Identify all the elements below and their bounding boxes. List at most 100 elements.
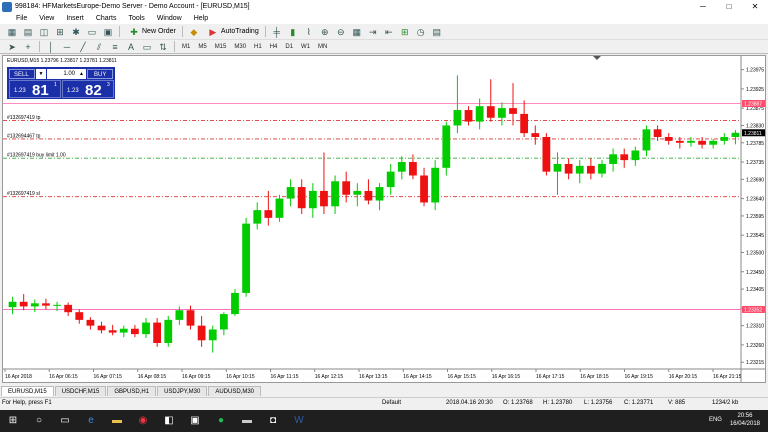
close-button[interactable]: ✕ — [742, 0, 768, 13]
windows-start-icon[interactable]: ⊞ — [2, 412, 24, 430]
indicators-icon[interactable]: ⊞ — [399, 26, 411, 38]
menu-window[interactable]: Window — [151, 15, 188, 22]
navigator-icon[interactable]: ✱ — [70, 26, 82, 38]
time-tick-label: 16 Apr 07:15 — [94, 374, 123, 380]
menu-view[interactable]: View — [33, 15, 60, 22]
menu-tools[interactable]: Tools — [122, 15, 150, 22]
line-chart-icon[interactable]: ⌇ — [303, 26, 315, 38]
toolbar-separator — [264, 26, 266, 37]
arrows-icon[interactable]: ⇅ — [157, 41, 169, 53]
terminal-icon[interactable]: ▭ — [86, 26, 98, 38]
tray-clock[interactable]: 20:56 16/04/2018 — [730, 412, 760, 428]
tab-usdchf-m15[interactable]: USDCHF,M15 — [54, 386, 107, 396]
horizontal-line-icon[interactable]: ─ — [61, 41, 73, 53]
buy-price-display[interactable]: 1.23 82 3 — [62, 80, 114, 99]
zoom-out-icon[interactable]: ⊖ — [335, 26, 347, 38]
menu-file[interactable]: File — [0, 15, 33, 22]
timeframe-h1[interactable]: H1 — [250, 44, 266, 50]
templates-icon[interactable]: ▤ — [431, 26, 443, 38]
autotrading-icon: ▶ — [209, 26, 217, 37]
timeframe-h4[interactable]: H4 — [266, 44, 282, 50]
tester-icon[interactable]: ▣ — [102, 26, 114, 38]
lot-decrease-icon[interactable]: ▼ — [36, 69, 46, 79]
tile-windows-icon[interactable]: ▦ — [351, 26, 363, 38]
tray-lang[interactable]: ENG — [709, 417, 722, 423]
market-watch-icon[interactable]: ◫ — [38, 26, 50, 38]
cursor-icon[interactable]: ➤ — [6, 41, 18, 53]
timeframe-m15[interactable]: M15 — [211, 44, 231, 50]
candle-body — [731, 132, 740, 137]
candle-body — [364, 190, 373, 201]
profiles-icon[interactable]: ▤ — [22, 26, 34, 38]
candle-body — [442, 125, 451, 168]
time-tick-label: 16 Apr 13:15 — [359, 374, 388, 380]
price-tick-label: 1.23830 — [746, 123, 764, 129]
crosshair-icon[interactable]: + — [22, 41, 34, 53]
candle-body — [75, 312, 84, 320]
maximize-button[interactable]: □ — [716, 0, 742, 13]
menu-bar: File View Insert Charts Tools Window Hel… — [0, 13, 768, 24]
periods-icon[interactable]: ◷ — [415, 26, 427, 38]
timeframe-d1[interactable]: D1 — [281, 44, 297, 50]
lot-size-input[interactable]: 1.00 — [47, 69, 77, 79]
tab-audusd-m30[interactable]: AUDUSD,M30 — [208, 386, 261, 396]
word-icon[interactable]: W — [288, 412, 310, 430]
edge-icon[interactable]: e — [80, 412, 102, 430]
spotify-icon[interactable]: ● — [210, 412, 232, 430]
zoom-in-icon[interactable]: ⊕ — [319, 26, 331, 38]
menu-help[interactable]: Help — [188, 15, 214, 22]
fibonacci-icon[interactable]: ≡ — [109, 41, 121, 53]
autotrading-button[interactable]: ▶ AutoTrading — [202, 25, 262, 38]
sell-price-display[interactable]: 1.23 81 1 — [9, 80, 61, 99]
task-view-icon[interactable]: ▭ — [54, 412, 76, 430]
status-low: L: 1.23756 — [584, 400, 613, 406]
auto-scroll-icon[interactable]: ⇥ — [367, 26, 379, 38]
app-icon-generic[interactable]: ▣ — [184, 412, 206, 430]
timeframe-m30[interactable]: M30 — [230, 44, 250, 50]
price-tick-label: 1.23690 — [746, 177, 764, 183]
bar-chart-icon[interactable]: ╪ — [271, 26, 283, 38]
status-help: For Help, press F1 — [2, 400, 52, 406]
metatrader-icon[interactable]: ▬ — [236, 412, 258, 430]
channel-icon[interactable]: ⫽ — [93, 41, 105, 53]
menu-insert[interactable]: Insert — [60, 15, 90, 22]
candle-body — [687, 140, 695, 143]
timeframe-m5[interactable]: M5 — [194, 44, 210, 50]
candle-body — [175, 310, 184, 320]
tab-gbpusd-h1[interactable]: GBPUSD,H1 — [107, 386, 157, 396]
tab-usdjpy-m30[interactable]: USDJPY,M30 — [157, 386, 208, 396]
candle-body — [297, 187, 306, 209]
text-icon[interactable]: A — [125, 41, 137, 53]
app-icon-generic-2[interactable]: ◘ — [262, 412, 284, 430]
chrome-icon[interactable]: ◉ — [132, 412, 154, 430]
price-chart[interactable]: 1.239751.239251.238751.238301.237851.237… — [3, 56, 765, 382]
minimize-button[interactable]: ─ — [690, 0, 716, 13]
status-traffic: 1234/2 kb — [712, 400, 739, 406]
sell-button[interactable]: SELL — [9, 69, 35, 79]
trendline-icon[interactable]: ╱ — [77, 41, 89, 53]
candlestick-icon[interactable]: ▮ — [287, 26, 299, 38]
tab-eurusd-m15[interactable]: EURUSD,M15 — [1, 386, 54, 396]
label-icon[interactable]: ▭ — [141, 41, 153, 53]
chart-window[interactable]: 1.23975 1.23925 1.23875 1.23830 1.23785 1.237… — [2, 55, 766, 383]
candle-body — [420, 175, 428, 203]
new-chart-icon[interactable]: ▦ — [6, 26, 18, 38]
timeframe-m1[interactable]: M1 — [178, 44, 194, 50]
new-order-button[interactable]: ✚ New Order — [123, 25, 179, 38]
timeframe-mn[interactable]: MN — [314, 44, 331, 50]
store-icon[interactable]: ◧ — [158, 412, 180, 430]
search-icon[interactable]: ○ — [28, 412, 50, 430]
vertical-line-icon[interactable]: │ — [45, 41, 57, 53]
metaeditor-icon[interactable]: ◆ — [188, 26, 200, 38]
menu-charts[interactable]: Charts — [90, 15, 123, 22]
one-click-trading-panel: SELL ▼ 1.00 ▲ BUY 1.23 81 1 1.23 82 3 — [7, 67, 115, 99]
time-tick-label: 16 Apr 08:15 — [138, 374, 167, 380]
file-explorer-icon[interactable]: ▬ — [106, 412, 128, 430]
chart-shift-icon[interactable]: ⇤ — [383, 26, 395, 38]
lot-increase-icon[interactable]: ▲ — [77, 69, 86, 79]
candle-body — [709, 140, 718, 145]
buy-button[interactable]: BUY — [87, 69, 113, 79]
price-tick-label: 1.23450 — [746, 270, 764, 276]
timeframe-w1[interactable]: W1 — [297, 44, 314, 50]
data-window-icon[interactable]: ⊞ — [54, 26, 66, 38]
